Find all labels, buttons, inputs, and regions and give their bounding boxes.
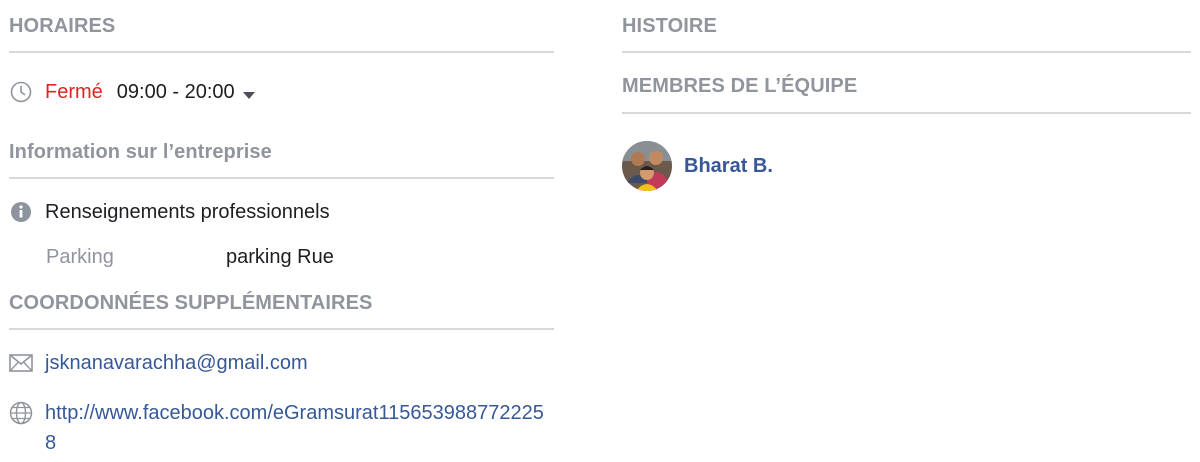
clock-icon (9, 80, 33, 104)
divider (622, 51, 1191, 53)
divider (9, 177, 554, 179)
divider (622, 112, 1191, 114)
page-info-panel: HORAIRES Fermé 09:00 - 20:00 Information… (0, 0, 1200, 462)
avatar[interactable] (622, 141, 672, 191)
hours-range: 09:00 - 20:00 (116, 81, 235, 103)
team-section-header: MEMBRES DE L’ÉQUIPE (622, 75, 858, 97)
business-details-row: Renseignements professionnels (9, 200, 554, 224)
hours-row: Fermé 09:00 - 20:00 (9, 80, 554, 104)
member-name-link[interactable]: Bharat B. (684, 154, 773, 178)
divider (9, 328, 554, 330)
hours-section-header: HORAIRES (9, 15, 116, 37)
contact-section-header: COORDONNÉES SUPPLÉMENTAIRES (9, 292, 373, 314)
status-closed: Fermé (45, 81, 103, 103)
website-row: http://www.facebook.com/eGramsurat115653… (9, 398, 554, 458)
divider (9, 51, 554, 53)
parking-label: Parking (46, 246, 114, 268)
website-link[interactable]: http://www.facebook.com/eGramsurat115653… (45, 398, 554, 458)
parking-value: parking Rue (226, 246, 334, 268)
business-info-header: Information sur l’entreprise (9, 141, 272, 163)
info-icon (9, 200, 33, 224)
team-member[interactable]: Bharat B. (622, 141, 773, 191)
envelope-icon (9, 351, 33, 375)
business-details-label: Renseignements professionnels (45, 201, 330, 223)
caret-down-icon[interactable] (242, 91, 255, 99)
email-row: jsknanavarachha@gmail.com (9, 351, 554, 375)
globe-icon (9, 401, 33, 425)
email-link[interactable]: jsknanavarachha@gmail.com (45, 351, 308, 375)
story-section-header[interactable]: HISTOIRE (622, 14, 1191, 38)
